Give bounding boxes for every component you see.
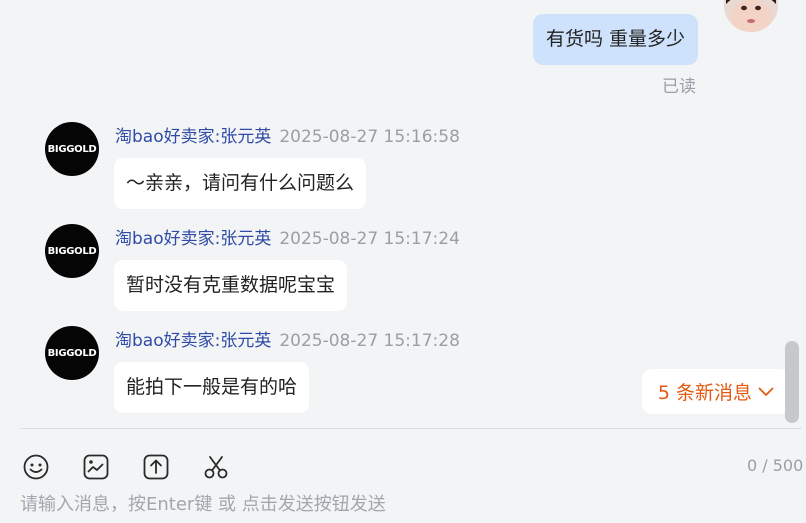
seller-avatar[interactable]: BIGGOLD [45,122,99,176]
upload-icon[interactable] [142,453,170,481]
user-avatar[interactable] [724,0,778,32]
new-messages-label: 5 条新消息 [657,382,753,404]
chat-message-area: 有货吗 重量多少 已读 BIGGOLD 淘bao好卖家:张元英 2025-08-2… [0,0,806,428]
incoming-message-bubble: 能拍下一般是有的哈 [114,362,310,413]
seller-avatar-logo: BIGGOLD [47,347,97,359]
seller-avatar[interactable]: BIGGOLD [45,326,99,380]
chevron-down-icon [758,386,774,396]
composer-divider [20,428,802,429]
incoming-message-bubble: 暂时没有克重数据呢宝宝 [114,260,348,311]
character-counter: 0 / 500 [747,456,804,475]
chat-scrollbar[interactable] [785,341,799,423]
user-avatar-image [724,0,778,32]
message-timestamp: 2025-08-27 15:17:24 [279,229,460,249]
message-timestamp: 2025-08-27 15:16:58 [279,127,460,147]
message-meta: 淘bao好卖家:张元英 2025-08-27 15:17:24 [115,224,460,249]
sender-name[interactable]: 淘bao好卖家:张元英 [115,229,271,249]
message-meta: 淘bao好卖家:张元英 2025-08-27 15:17:28 [115,326,460,351]
read-status: 已读 [662,77,696,97]
new-messages-button[interactable]: 5 条新消息 [642,369,790,414]
seller-avatar-logo: BIGGOLD [47,143,97,155]
emoji-icon[interactable] [22,453,50,481]
message-timestamp: 2025-08-27 15:17:28 [279,331,460,351]
incoming-message-bubble: ～亲亲，请问有什么问题么 [114,158,367,209]
outgoing-message-bubble: 有货吗 重量多少 [533,14,699,65]
sender-name[interactable]: 淘bao好卖家:张元英 [115,331,271,351]
seller-avatar-logo: BIGGOLD [47,245,97,257]
scissors-icon[interactable] [202,453,230,481]
sender-name[interactable]: 淘bao好卖家:张元英 [115,127,271,147]
image-icon[interactable] [82,453,110,481]
seller-avatar[interactable]: BIGGOLD [45,224,99,278]
message-input[interactable] [20,490,800,518]
message-meta: 淘bao好卖家:张元英 2025-08-27 15:16:58 [115,122,460,147]
